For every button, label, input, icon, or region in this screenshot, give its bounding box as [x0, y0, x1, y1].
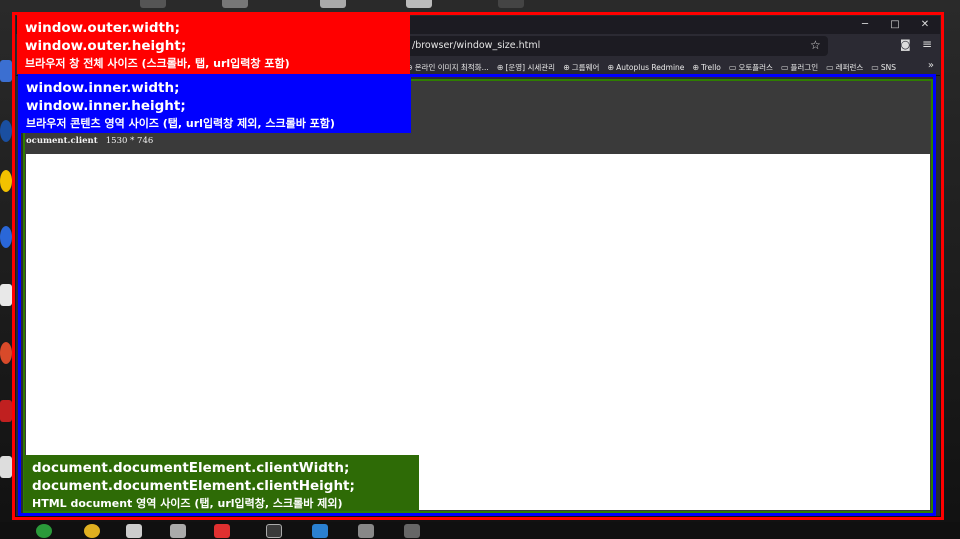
- client-width-code: document.documentElement.clientWidth;: [32, 460, 350, 476]
- inner-width-code: window.inner.width;: [26, 80, 180, 96]
- desktop-app-icon[interactable]: [0, 170, 12, 192]
- desktop: ─ □ ✕ /browser/window_size.html ☆ ◙ ≡ ⊕온…: [0, 0, 960, 539]
- taskbar-app-icon[interactable]: [358, 524, 374, 538]
- desktop-top-icon[interactable]: [406, 0, 432, 8]
- taskbar-app-icon[interactable]: [84, 524, 100, 538]
- taskbar-app-icon[interactable]: [404, 524, 420, 538]
- client-height-code: document.documentElement.clientHeight;: [32, 478, 355, 494]
- desktop-app-icon[interactable]: [0, 400, 12, 422]
- inner-description: 브라우저 콘텐츠 영역 사이즈 (탭, url입력창 제외, 스크롤바 포함): [26, 117, 335, 130]
- desktop-top-icon[interactable]: [320, 0, 346, 8]
- desktop-app-icon[interactable]: [0, 456, 12, 478]
- outer-height-code: window.outer.height;: [25, 38, 187, 54]
- desktop-top-icon[interactable]: [222, 0, 248, 8]
- inner-height-code: window.inner.height;: [26, 98, 186, 114]
- client-description: HTML document 영역 사이즈 (탭, url입력창, 스크롤바 제외…: [32, 497, 343, 510]
- desktop-top-icon[interactable]: [140, 0, 166, 8]
- outer-width-code: window.outer.width;: [25, 20, 180, 36]
- taskbar-app-icon[interactable]: [312, 524, 328, 538]
- inner-size-label: window.inner.width; window.inner.height;…: [18, 75, 411, 133]
- desktop-app-icon[interactable]: [0, 60, 12, 82]
- taskbar: [0, 522, 960, 539]
- desktop-app-icon[interactable]: [0, 342, 12, 364]
- taskbar-app-icon[interactable]: [170, 524, 186, 538]
- outer-size-label: window.outer.width; window.outer.height;…: [17, 15, 410, 74]
- desktop-app-icon[interactable]: [0, 284, 12, 306]
- taskbar-app-icon[interactable]: [266, 524, 282, 538]
- desktop-top-icon[interactable]: [498, 0, 524, 8]
- taskbar-app-icon[interactable]: [36, 524, 52, 538]
- taskbar-app-icon[interactable]: [214, 524, 230, 538]
- client-size-annotation: document.documentElement.clientWidth; do…: [24, 455, 419, 511]
- taskbar-app-icon[interactable]: [126, 524, 142, 538]
- outer-description: 브라우저 창 전체 사이즈 (스크롤바, 탭, url입력창 포함): [25, 57, 290, 70]
- client-size-frame: [23, 79, 933, 513]
- desktop-app-icon[interactable]: [0, 226, 12, 248]
- desktop-app-icon[interactable]: [0, 120, 12, 142]
